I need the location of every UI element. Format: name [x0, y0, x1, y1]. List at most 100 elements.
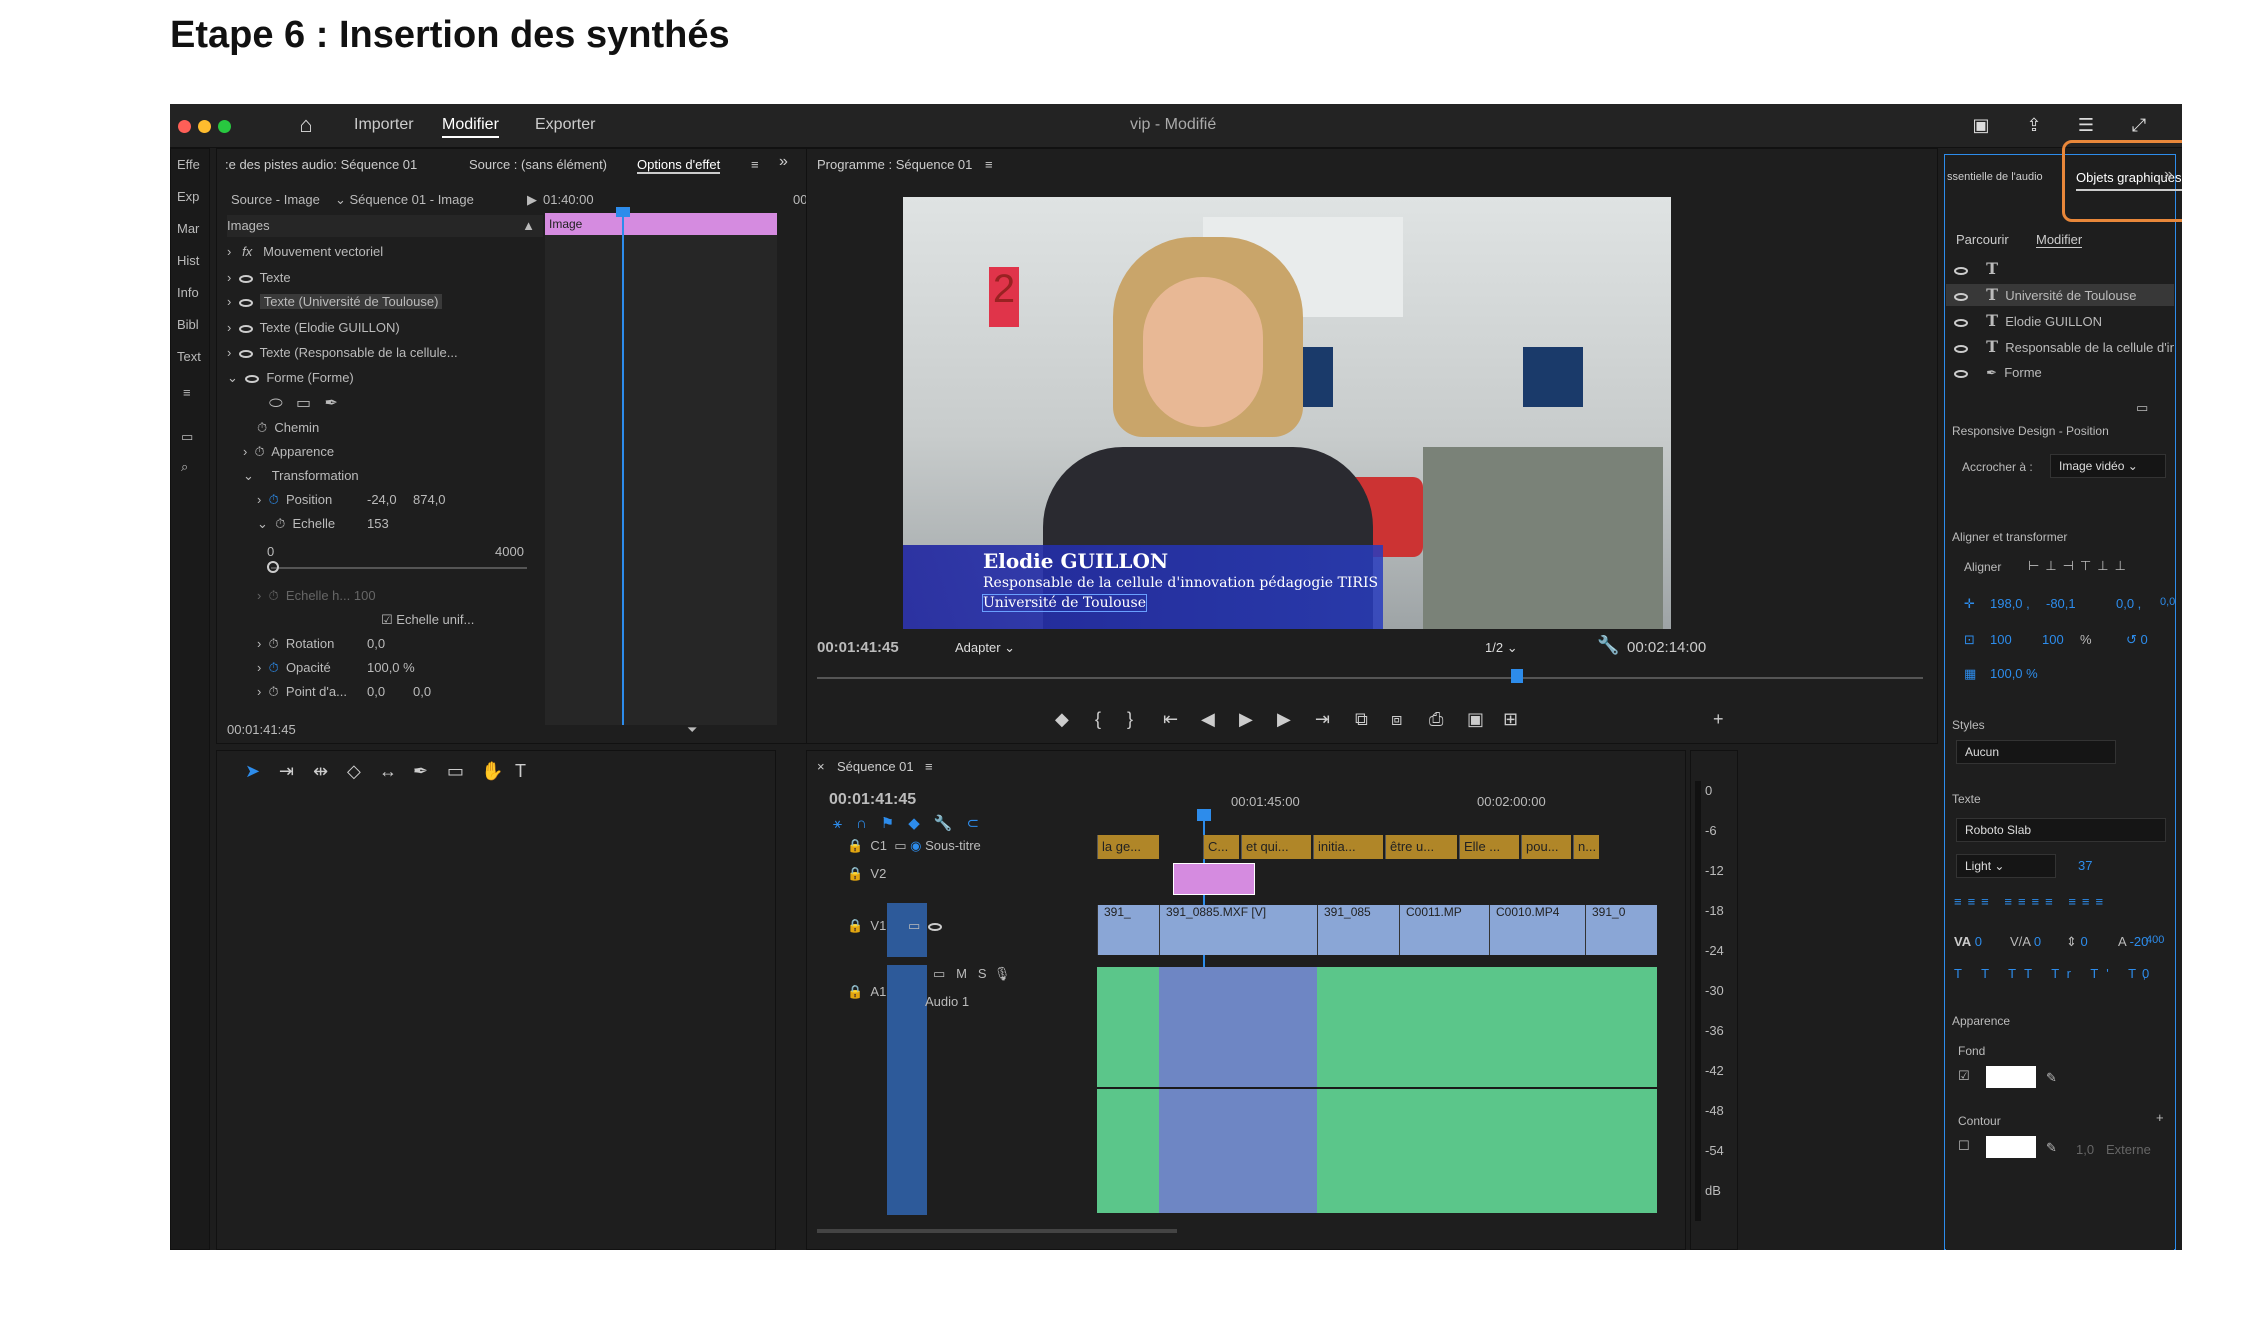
new-layer-icon[interactable]: ▭ — [2136, 400, 2148, 416]
effect-keyframe-area[interactable] — [545, 235, 777, 725]
workspaces-icon[interactable]: ☰ — [2075, 114, 2097, 136]
effect-row-transform[interactable]: ⌄ Transformation — [243, 465, 359, 487]
settings-wrench-icon[interactable]: 🔧 — [1597, 635, 1619, 656]
effect-row-text-name[interactable]: › Texte (Elodie GUILLON) — [227, 317, 400, 339]
minimize-window-button[interactable] — [198, 120, 211, 133]
opacity-value[interactable]: 100,0 % — [367, 657, 415, 679]
tab-essential-audio[interactable]: ssentielle de l'audio — [1947, 171, 2043, 183]
quick-export-icon[interactable]: ▣ — [1970, 114, 1992, 136]
home-icon[interactable]: ⌂ — [295, 114, 317, 136]
resolution-select[interactable]: 1/2 ⌄ — [1477, 637, 1577, 659]
timeline-timecode[interactable]: 00:01:41:45 — [829, 789, 916, 811]
effect-row-path[interactable]: ⏱ Chemin — [257, 417, 319, 439]
collapse-arrow-icon[interactable]: ▲ — [522, 215, 535, 237]
add-stroke-icon[interactable]: + — [2156, 1110, 2164, 1125]
font-weight-select[interactable]: Light ⌄ — [1956, 854, 2056, 878]
panel-menu-icon[interactable]: ≡ — [751, 157, 759, 172]
effect-row-position[interactable]: › ⏱ Position — [257, 489, 332, 511]
nav-import[interactable]: Importer — [354, 116, 414, 134]
sequence-clip-select[interactable]: ⌄ Séquence 01 - Image — [335, 189, 474, 211]
stroke-width[interactable]: 1,0 — [2076, 1142, 2094, 1157]
text-style-buttons[interactable]: T T TT Tr T' T, — [1954, 966, 2154, 981]
ripple-edit-tool-icon[interactable]: ⇹ — [313, 761, 328, 782]
font-size-value[interactable]: 37 — [2078, 858, 2092, 873]
rotation-value[interactable]: 0,0 — [367, 633, 385, 655]
egp-subtab-edit[interactable]: Modifier — [2036, 232, 2083, 248]
rectangle-tool-icon[interactable]: ▭ — [447, 761, 464, 782]
video-clip[interactable]: C0010.MP4 — [1489, 905, 1585, 955]
share-icon[interactable]: ⇪ — [2023, 114, 2045, 136]
effect-row-anchor[interactable]: › ⏱ Point d'a... — [257, 681, 347, 703]
step-back-icon[interactable]: ◀ — [1201, 709, 1215, 730]
video-clip[interactable]: C0011.MP — [1399, 905, 1489, 955]
video-clip[interactable]: 391_0 — [1585, 905, 1657, 955]
strip-text[interactable]: Text — [177, 349, 201, 364]
style-select[interactable]: Aucun — [1956, 740, 2116, 764]
insert-icon[interactable]: ⧉ — [1355, 709, 1368, 730]
razor-tool-icon[interactable]: ◇ — [347, 761, 361, 782]
caption-clip[interactable]: initia... — [1313, 835, 1383, 859]
add-marker-icon[interactable]: ◆ — [1055, 709, 1069, 730]
button-editor-icon[interactable]: + — [1713, 709, 1724, 730]
strip-export[interactable]: Exp — [177, 189, 199, 204]
egp-position-x[interactable]: 198,0 , — [1990, 596, 2030, 611]
strip-history[interactable]: Hist — [177, 253, 199, 268]
strip-effects[interactable]: Effe — [177, 157, 200, 172]
effect-row-scale-height[interactable]: › ⏱ Echelle h... 100 — [257, 585, 376, 607]
lower-third-role[interactable]: Responsable de la cellule d'innovation p… — [983, 575, 1378, 591]
program-scrubber[interactable] — [817, 677, 1923, 679]
tab-width-control[interactable]: 0 — [2142, 966, 2149, 981]
caption-clip[interactable]: C... — [1203, 835, 1239, 859]
ellipse-mask-icon[interactable]: ⬭ — [269, 395, 283, 412]
timeline-playhead-handle[interactable] — [1197, 809, 1211, 821]
effect-playhead-handle[interactable] — [616, 207, 630, 217]
stroke-color-swatch[interactable] — [1986, 1136, 2036, 1158]
effect-row-scale[interactable]: ⌄ ⏱ Echelle — [257, 513, 335, 535]
program-video-frame[interactable]: 2 Elodie GUILLON Responsable de la cellu… — [903, 197, 1671, 629]
caption-clip[interactable]: n... — [1573, 835, 1599, 859]
font-select[interactable]: Roboto Slab — [1956, 818, 2166, 842]
stroke-position[interactable]: Externe — [2106, 1142, 2151, 1157]
mark-out-icon[interactable]: } — [1127, 709, 1133, 730]
hand-tool-icon[interactable]: ✋ — [481, 761, 503, 782]
export-frame-icon[interactable]: ⎙ — [1429, 709, 1443, 730]
position-y-value[interactable]: 874,0 — [413, 489, 446, 511]
video-clip[interactable]: 391_0885.MXF [V] — [1159, 905, 1317, 955]
expand-panels-icon[interactable]: » — [779, 153, 788, 171]
program-timecode[interactable]: 00:01:41:45 — [817, 637, 899, 659]
close-window-button[interactable] — [178, 120, 191, 133]
audio-clip-selected[interactable] — [1159, 967, 1317, 1213]
position-x-value[interactable]: -24,0 — [367, 489, 397, 511]
overwrite-icon[interactable]: ⧈ — [1391, 709, 1402, 730]
egp-opacity[interactable]: 100,0 % — [1990, 666, 2038, 681]
step-forward-icon[interactable]: ▶ — [1277, 709, 1291, 730]
fullscreen-icon[interactable]: ⤢ — [2128, 114, 2150, 136]
mark-in-icon[interactable]: { — [1095, 709, 1101, 730]
tracking-control[interactable]: V/A 0 — [2010, 934, 2041, 949]
stroke-eyedropper-icon[interactable]: ✎ — [2046, 1140, 2057, 1156]
attach-select[interactable]: Image vidéo ⌄ — [2050, 454, 2166, 478]
uniform-scale-checkbox[interactable]: ☑ Echelle unif... — [381, 609, 474, 631]
multi-view-icon[interactable]: ⊞ — [1503, 709, 1518, 730]
egp-scale-w[interactable]: 100 — [1990, 632, 2012, 647]
scale-value[interactable]: 153 — [367, 513, 389, 535]
egp-layer-name[interactable]: T Elodie GUILLON — [1954, 310, 2102, 332]
strip-markers[interactable]: Mar — [177, 221, 199, 236]
egp-position-y[interactable]: -80,1 — [2046, 596, 2076, 611]
play-icon[interactable]: ▶ — [1239, 709, 1253, 730]
nav-edit[interactable]: Modifier — [442, 116, 499, 138]
search-icon[interactable]: ⌕ — [181, 459, 188, 475]
compare-view-icon[interactable]: ▣ — [1467, 709, 1484, 730]
effect-timecode[interactable]: 00:01:41:45 — [227, 719, 296, 741]
close-sequence-icon[interactable]: × — [817, 759, 825, 774]
effect-row-vector-motion[interactable]: › fx Mouvement vectoriel — [227, 241, 383, 263]
timeline-scrollbar[interactable] — [817, 1229, 1177, 1233]
anchor-x-value[interactable]: 0,0 — [367, 681, 385, 703]
kerning-control[interactable]: VA 0 — [1954, 934, 1982, 949]
pen-mask-icon[interactable]: ✒ — [324, 395, 337, 412]
egp-layer-text[interactable]: T — [1954, 258, 1998, 280]
egp-rotation[interactable]: ↺ 0 — [2126, 632, 2148, 648]
selection-tool-icon[interactable]: ➤ — [245, 761, 260, 782]
effect-row-text-university[interactable]: › Texte (Université de Toulouse) — [227, 291, 443, 313]
effect-row-text-role[interactable]: › Texte (Responsable de la cellule... — [227, 342, 458, 364]
